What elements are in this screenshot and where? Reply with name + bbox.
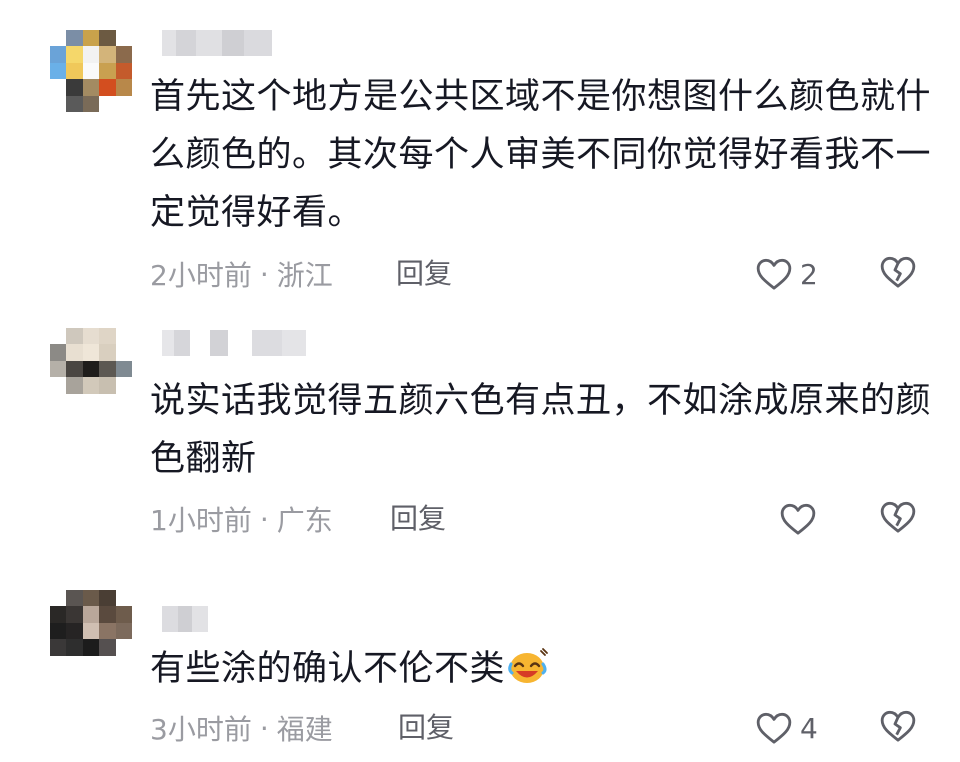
avatar-pixel <box>115 590 132 607</box>
avatar-pixel <box>82 590 100 607</box>
comment-location: 福建 <box>276 713 333 746</box>
heart-outline-icon <box>756 712 792 744</box>
username-blurred[interactable] <box>162 606 208 632</box>
avatar-pixel <box>99 622 116 640</box>
avatar-pixel <box>99 639 116 656</box>
avatar-pixel <box>50 622 67 640</box>
comment-text: 有些涂的确认不伦不类 <box>150 640 940 698</box>
laughing-tears-emoji <box>508 648 548 683</box>
like-button[interactable]: 4 <box>754 706 818 750</box>
avatar-pixel <box>82 639 100 656</box>
avatar-pixel <box>66 655 83 672</box>
broken-heart-icon <box>880 710 916 742</box>
comment-item: 有些涂的确认不伦不类 3小时前 · 福建 回复 4 <box>0 0 960 762</box>
comment-text-content: 有些涂的确认不伦不类 <box>150 649 506 689</box>
avatar-pixel <box>82 606 100 623</box>
avatar-pixel <box>115 655 132 672</box>
avatar-pixel <box>99 606 116 623</box>
reply-button[interactable]: 回复 <box>398 708 454 748</box>
avatar-pixel <box>50 639 67 656</box>
meta-separator: · <box>259 711 269 745</box>
avatar[interactable] <box>50 590 132 672</box>
avatar-pixel <box>66 606 83 623</box>
avatar-pixel <box>99 655 116 672</box>
avatar-pixel <box>50 655 67 672</box>
avatar-pixel <box>50 606 67 623</box>
avatar-pixel <box>50 590 67 607</box>
avatar-pixel <box>82 622 100 640</box>
avatar-pixel <box>115 606 132 623</box>
avatar-pixel <box>99 590 116 607</box>
comment-time: 3小时前 <box>150 713 252 746</box>
avatar-pixel <box>115 639 132 656</box>
comment-meta: 3小时前 · 福建 <box>150 708 333 748</box>
like-count: 4 <box>800 711 818 745</box>
avatar-pixel <box>82 655 100 672</box>
avatar-pixel <box>66 590 83 607</box>
avatar-pixel <box>115 622 132 640</box>
avatar-pixel <box>66 622 83 640</box>
dislike-button[interactable] <box>878 706 922 750</box>
avatar-pixel <box>66 639 83 656</box>
